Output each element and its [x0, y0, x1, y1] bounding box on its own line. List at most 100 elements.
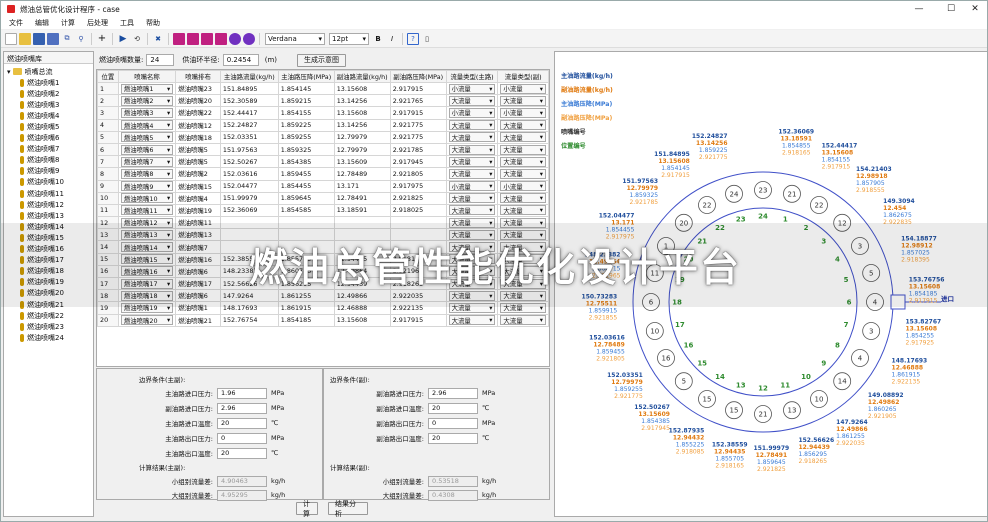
chart-icon-1[interactable] — [229, 32, 241, 45]
dropdown[interactable]: 大流量 ▾ — [448, 144, 496, 155]
dropdown[interactable]: 大流量 ▾ — [500, 193, 546, 204]
dropdown[interactable]: 燃油喷嘴2 ▾ — [120, 95, 174, 106]
column-header[interactable]: 副油路压降(MPa) — [389, 70, 447, 83]
value-cell[interactable]: 13.15608 — [333, 106, 391, 120]
value-cell[interactable]: 燃油喷嘴5 — [175, 142, 221, 157]
bold-button[interactable]: B — [372, 33, 384, 45]
grid-icon-4[interactable] — [215, 32, 227, 45]
nozzle-name-select[interactable]: 燃油喷嘴1 ▾ — [117, 81, 177, 96]
tree-item[interactable]: 燃油喷嘴24 — [4, 332, 93, 343]
dropdown[interactable]: 大流量 ▾ — [500, 156, 546, 167]
column-header[interactable]: 副油路流量(kg/h) — [333, 70, 391, 83]
ring-radius-input[interactable]: 0.2454 — [222, 54, 259, 66]
flow-type-select[interactable]: 小流量 ▾ — [445, 106, 499, 120]
dropdown[interactable]: 大流量 ▾ — [448, 132, 496, 143]
condition-input[interactable]: 2.96 — [428, 387, 478, 399]
value-cell[interactable]: 152.03351 — [219, 130, 279, 144]
column-header[interactable]: 流量类型(主路) — [445, 70, 499, 83]
dropdown[interactable]: 大流量 ▾ — [500, 144, 546, 155]
flow-type-select[interactable]: 小流量 ▾ — [445, 81, 499, 96]
value-cell[interactable]: 1.854585 — [277, 203, 335, 218]
open-icon[interactable] — [19, 32, 31, 45]
value-cell[interactable]: 1.859325 — [277, 142, 335, 157]
flow-type-select[interactable]: 小流量 ▾ — [445, 179, 499, 193]
dropdown[interactable]: 大流量 ▾ — [500, 132, 546, 143]
tree-item[interactable]: 燃油喷嘴5 — [4, 121, 93, 132]
tree-item[interactable]: 燃油喷嘴13 — [4, 210, 93, 221]
tree-item[interactable]: 燃油喷嘴7 — [4, 144, 93, 155]
dropdown[interactable]: 燃油喷嘴9 ▾ — [120, 181, 174, 192]
chart-icon-2[interactable] — [243, 32, 255, 45]
value-cell[interactable]: 1.854155 — [277, 106, 335, 120]
dropdown[interactable]: 小流量 ▾ — [448, 83, 496, 94]
menu-postprocess[interactable]: 后处理 — [87, 18, 108, 28]
value-cell[interactable]: 2.917915 — [389, 81, 447, 96]
value-cell[interactable]: 1.854185 — [277, 313, 335, 327]
result-analysis-button[interactable]: 结果分析 — [328, 500, 368, 518]
link-icon[interactable]: ⚲ — [75, 33, 87, 45]
condition-input[interactable]: 2.96 — [217, 402, 267, 414]
flow-type-select[interactable]: 大流量 ▾ — [445, 203, 499, 218]
nozzle-name-select[interactable]: 燃油喷嘴7 ▾ — [117, 155, 177, 169]
step-icon[interactable]: ⟲ — [131, 33, 143, 45]
flow-type-select[interactable]: 大流量 ▾ — [445, 313, 499, 327]
tree-item[interactable]: 燃油喷嘴3 — [4, 99, 93, 110]
value-cell[interactable]: 2.921775 — [389, 118, 447, 132]
tree-item[interactable]: 燃油喷嘴1 — [4, 77, 93, 88]
value-cell[interactable]: 151.97563 — [219, 142, 279, 157]
dropdown[interactable]: 燃油喷嘴6 ▾ — [120, 144, 174, 155]
dropdown[interactable]: 大流量 ▾ — [448, 315, 496, 326]
dropdown[interactable]: 大流量 ▾ — [500, 168, 546, 179]
value-cell[interactable]: 1.854145 — [277, 81, 335, 96]
column-header[interactable]: 主油路流量(kg/h) — [219, 70, 279, 83]
nozzle-name-select[interactable]: 燃油喷嘴9 ▾ — [117, 179, 177, 193]
dropdown[interactable]: 小流量 ▾ — [448, 107, 496, 118]
column-header[interactable]: 喷嘴排布 — [175, 70, 221, 83]
italic-button[interactable]: I — [386, 33, 398, 45]
value-cell[interactable]: 2.917975 — [389, 179, 447, 193]
dropdown[interactable]: 大流量 ▾ — [448, 193, 496, 204]
column-header[interactable]: 流量类型(副) — [497, 70, 549, 83]
tree-item[interactable]: 燃油喷嘴4 — [4, 110, 93, 121]
value-cell[interactable]: 1.859455 — [277, 167, 335, 181]
flow-type-select[interactable]: 大流量 ▾ — [497, 203, 549, 218]
condition-input[interactable]: 0 — [217, 432, 267, 444]
nozzle-name-select[interactable]: 燃油喷嘴3 ▾ — [117, 106, 177, 120]
condition-input[interactable]: 20 — [428, 432, 478, 444]
value-cell[interactable]: 燃油喷嘴20 — [175, 94, 221, 108]
value-cell[interactable]: 燃油喷嘴21 — [175, 313, 221, 327]
dropdown[interactable]: 大流量 ▾ — [448, 156, 496, 167]
value-cell[interactable]: 13.15608 — [333, 313, 391, 327]
menu-edit[interactable]: 编辑 — [35, 18, 49, 28]
flow-type-select[interactable]: 大流量 ▾ — [445, 191, 499, 205]
dropdown[interactable]: 燃油喷嘴4 ▾ — [120, 120, 174, 131]
flow-type-select[interactable]: 大流量 ▾ — [497, 130, 549, 144]
value-cell[interactable]: 152.24827 — [219, 118, 279, 132]
new-icon[interactable] — [5, 32, 17, 45]
value-cell[interactable]: 151.99979 — [219, 191, 279, 205]
column-header[interactable]: 主油路压降(MPa) — [277, 70, 335, 83]
delete-icon[interactable]: ✖ — [152, 33, 164, 45]
value-cell[interactable]: 1.859255 — [277, 130, 335, 144]
value-cell[interactable]: 13.15608 — [333, 81, 391, 96]
value-cell[interactable]: 152.44417 — [219, 106, 279, 120]
flow-type-select[interactable]: 大流量 ▾ — [497, 313, 549, 327]
dropdown[interactable]: 大流量 ▾ — [500, 95, 546, 106]
value-cell[interactable]: 燃油喷嘴2 — [175, 167, 221, 181]
value-cell[interactable]: 152.03616 — [219, 167, 279, 181]
value-cell[interactable]: 1.854455 — [277, 179, 335, 193]
dropdown[interactable]: 燃油喷嘴1 ▾ — [120, 83, 174, 94]
value-cell[interactable]: 燃油喷嘴15 — [175, 179, 221, 193]
nozzle-name-select[interactable]: 燃油喷嘴6 ▾ — [117, 142, 177, 157]
value-cell[interactable]: 2.921765 — [389, 94, 447, 108]
value-cell[interactable]: 燃油喷嘴5 — [175, 155, 221, 169]
value-cell[interactable]: 152.36069 — [219, 203, 279, 218]
document-icon[interactable]: ▯ — [421, 33, 433, 45]
generate-diagram-button[interactable]: 生成示意图 — [297, 53, 346, 67]
value-cell[interactable]: 152.30589 — [219, 94, 279, 108]
dropdown[interactable]: 燃油喷嘴11 ▾ — [120, 205, 174, 216]
nozzle-name-select[interactable]: 燃油喷嘴2 ▾ — [117, 94, 177, 108]
tree-item[interactable]: 燃油喷嘴11 — [4, 188, 93, 199]
value-cell[interactable]: 13.171 — [333, 179, 391, 193]
dropdown[interactable]: 小流量 ▾ — [500, 107, 546, 118]
